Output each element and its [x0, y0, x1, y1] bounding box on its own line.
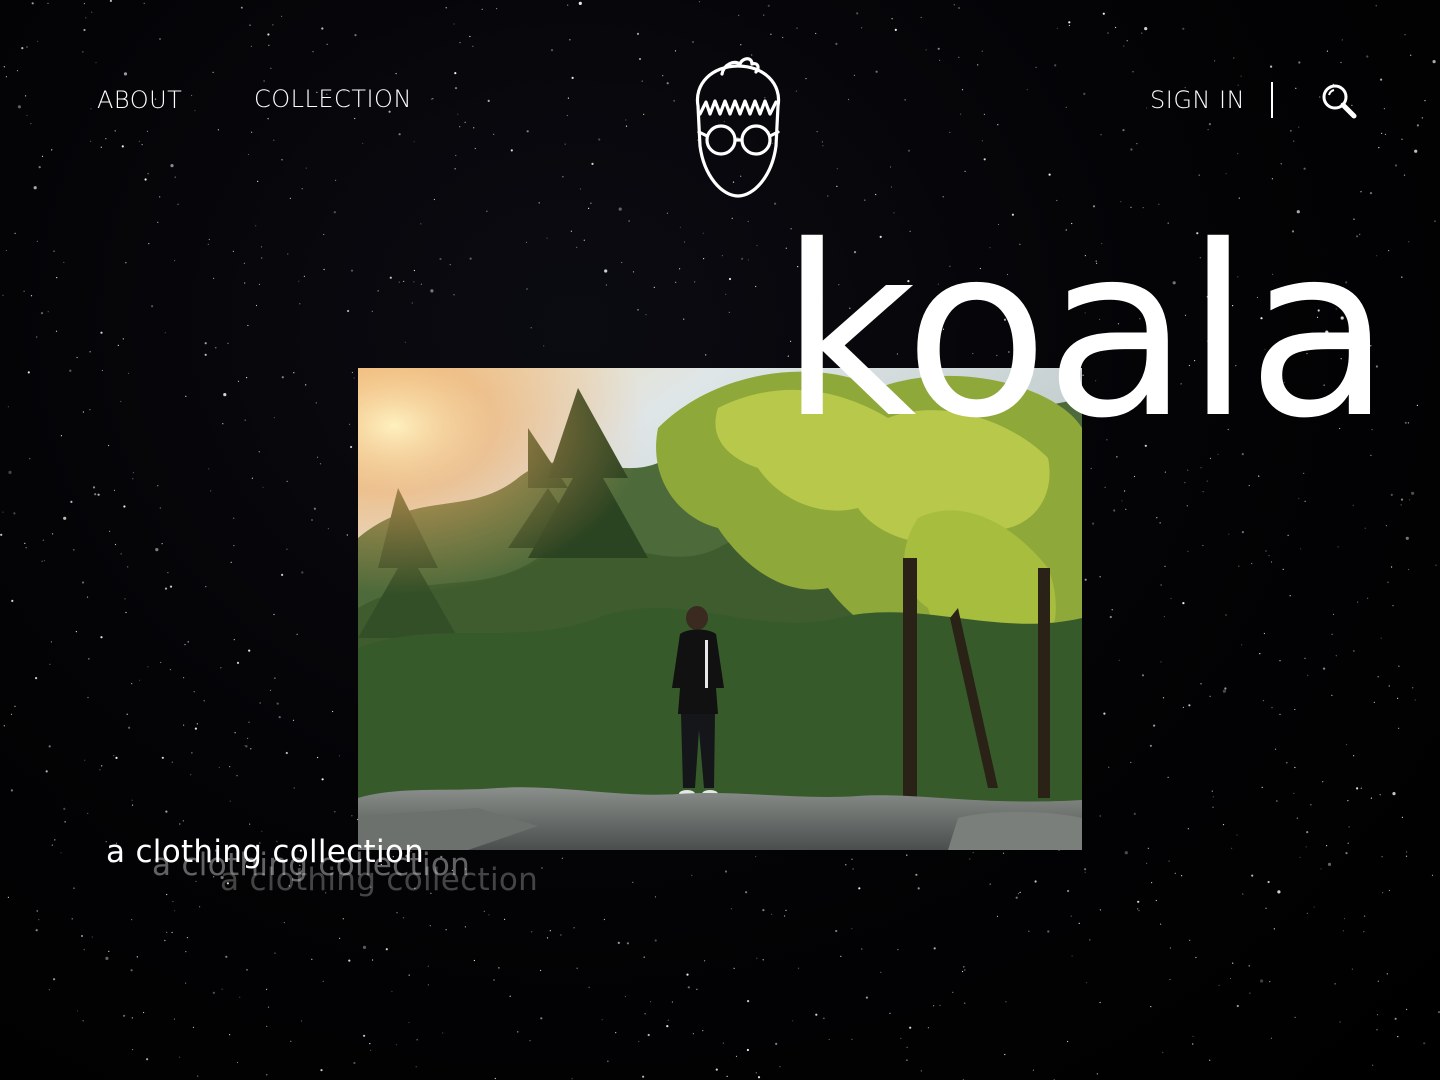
nav-about-link[interactable]: ABOUT [97, 86, 182, 114]
sign-in-link[interactable]: SIGN IN [1150, 86, 1245, 114]
tagline: a clothing collection [106, 834, 425, 870]
brand-title: koala [780, 195, 1391, 470]
logo-icon[interactable] [688, 54, 788, 202]
search-icon[interactable] [1320, 82, 1358, 120]
nav-collection-link[interactable]: COLLECTION [254, 85, 412, 113]
nav-divider [1271, 82, 1273, 118]
